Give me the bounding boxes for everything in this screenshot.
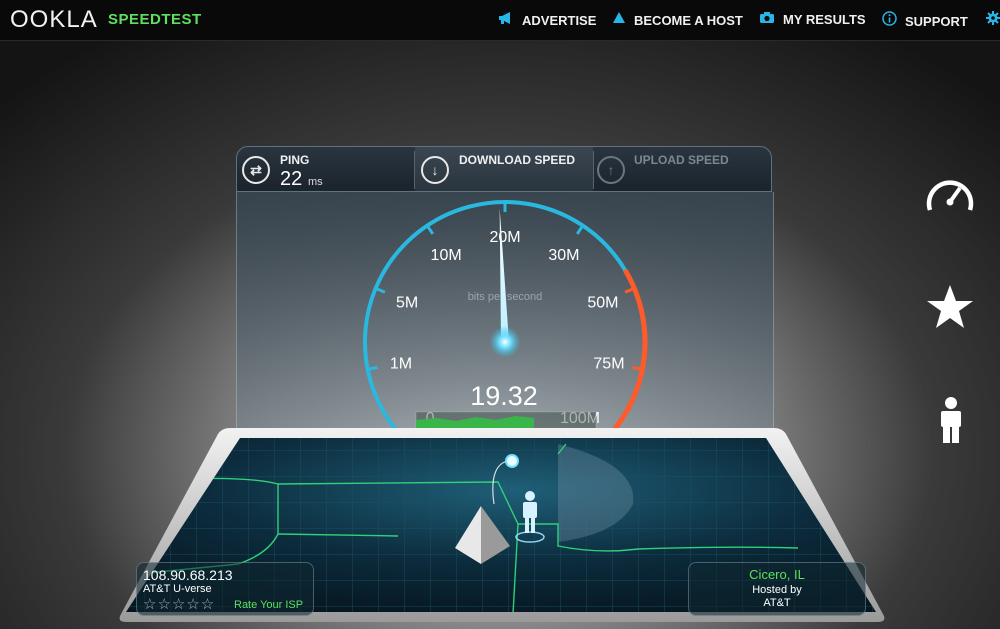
nav-become-a-host-label: BECOME A HOST (634, 13, 743, 28)
server-info-box[interactable]: Cicero, IL Hosted by AT&T (688, 562, 866, 616)
ping-unit: ms (308, 176, 323, 188)
top-nav-bar: OOKLA SPEEDTEST ADVERTISE BECOME A HOST … (0, 0, 1000, 41)
star-icon[interactable] (926, 283, 974, 331)
megaphone-icon (498, 11, 514, 28)
ookla-logo[interactable]: OOKLA (10, 6, 98, 34)
upload-label: UPLOAD SPEED (634, 153, 729, 167)
camera-icon (759, 11, 775, 27)
ping-section: ⇄ PING 22 ms (237, 147, 414, 191)
download-section: ↓ DOWNLOAD SPEED (415, 147, 593, 191)
download-arrow-icon: ↓ (421, 156, 449, 184)
speedtest-brand[interactable]: SPEEDTEST (108, 11, 202, 28)
download-speed-value: 19.32 (470, 381, 538, 411)
gauge-tick-label: 20M (489, 229, 520, 246)
gauge-tick-label: 10M (431, 247, 462, 264)
gauge-tick-label: 1M (390, 356, 412, 373)
gauge-tick-label: 75M (593, 356, 624, 373)
gauge-tick-label: 30M (548, 247, 579, 264)
server-host: Hosted by AT&T (689, 584, 865, 610)
upload-arrow-icon: ↑ (597, 156, 625, 184)
ip-address: 108.90.68.213 (143, 567, 233, 583)
ping-icon: ⇄ (242, 156, 270, 184)
server-marker (505, 454, 519, 468)
settings-button[interactable] (986, 11, 1000, 28)
gauge-tick-label: 5M (396, 294, 418, 311)
gauge-hub (489, 326, 521, 358)
upload-section: ↑ UPLOAD SPEED (594, 147, 772, 191)
isp-rating-stars[interactable]: ☆☆☆☆☆ (143, 595, 215, 613)
person-icon[interactable] (938, 396, 964, 444)
nav-support-label: SUPPORT (905, 14, 968, 29)
nav-my-results[interactable]: MY RESULTS (759, 11, 866, 27)
nav-advertise[interactable]: ADVERTISE (498, 11, 596, 28)
nav-support[interactable]: SUPPORT (882, 11, 968, 29)
isp-name: AT&T U-verse (143, 583, 212, 595)
nav-become-a-host[interactable]: BECOME A HOST (612, 11, 743, 28)
gauge-tick (624, 287, 635, 294)
gauge-tick (575, 224, 585, 235)
gauge-tick (425, 224, 435, 235)
gauge-tick-label: 50M (587, 294, 618, 311)
droplet-icon (612, 11, 626, 28)
gauge-tick (367, 365, 378, 371)
gear-icon (986, 11, 1000, 28)
ping-value: 22 (280, 168, 303, 190)
isp-info-box: 108.90.68.213 AT&T U-verse ☆☆☆☆☆ Rate Yo… (136, 562, 314, 616)
info-icon (882, 11, 897, 29)
ping-label: PING (280, 153, 310, 167)
download-label: DOWNLOAD SPEED (459, 153, 576, 167)
rate-isp-link[interactable]: Rate Your ISP (234, 599, 303, 611)
hosted-by-label: Hosted by (752, 584, 802, 596)
nav-advertise-label: ADVERTISE (522, 13, 597, 28)
results-header: ⇄ PING 22 ms ↓ DOWNLOAD SPEED ↑ UPLOAD S… (236, 146, 772, 192)
gauge-tick (375, 287, 386, 294)
speedometer-icon[interactable] (924, 170, 976, 214)
gauge-tick (632, 365, 643, 371)
host-name: AT&T (763, 597, 791, 609)
nav-my-results-label: MY RESULTS (783, 12, 866, 27)
server-location[interactable]: Cicero, IL (689, 567, 865, 582)
